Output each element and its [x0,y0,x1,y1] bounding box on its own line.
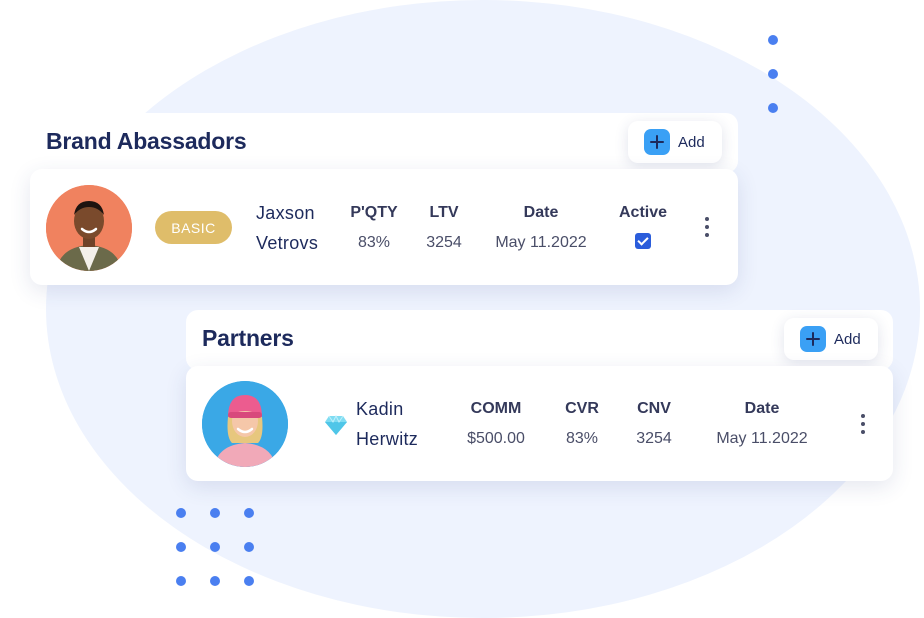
col-ltv: LTV 3254 [414,198,474,258]
col-head: COMM [470,400,522,417]
col-comm: COMM $500.00 [451,394,541,454]
col-head: LTV [429,204,459,221]
col-head: CVR [565,400,599,417]
decor-dot [768,35,778,45]
partner-row[interactable]: Kadin Herwitz COMM $500.00 CVR 83% CNV 3… [186,366,893,481]
col-active: Active [610,198,676,258]
col-head: Date [744,400,780,417]
add-label: Add [678,133,705,151]
col-value: 83% [565,430,599,447]
plus-icon [800,326,826,352]
add-partner-button[interactable]: Add [784,318,878,360]
diamond-icon [325,414,347,435]
decor-dot [176,542,186,552]
col-pqty: P'QTY 83% [344,198,404,258]
more-options-icon[interactable] [697,212,717,242]
col-head: Active [618,204,668,221]
decor-dot [210,542,220,552]
first-name: Jaxson [256,203,315,223]
add-label: Add [834,330,861,348]
ambassador-name[interactable]: Jaxson Vetrovs [256,198,318,258]
col-value: May 11.2022 [716,430,808,447]
col-cnv: CNV 3254 [624,394,684,454]
active-checkbox[interactable] [635,233,651,250]
decor-dot [210,576,220,586]
decor-dot [176,576,186,586]
col-value: 3254 [426,234,462,251]
man-avatar [46,185,132,271]
col-date: Date May 11.2022 [485,198,597,258]
col-head: CNV [637,400,671,417]
decor-dot [768,69,778,79]
plus-icon [644,129,670,155]
decor-dot [768,103,778,113]
decor-dot [176,508,186,518]
col-value: 83% [357,234,391,251]
background-blob [46,0,920,618]
col-date: Date May 11.2022 [706,394,818,454]
last-name: Vetrovs [256,233,319,253]
more-options-icon[interactable] [853,409,873,439]
decor-dot [210,508,220,518]
partners-title: Partners [202,325,294,351]
first-name: Kadin [356,399,404,419]
woman-avatar [202,381,288,467]
col-value: May 11.2022 [495,234,587,251]
last-name: Herwitz [356,429,419,449]
col-value: 3254 [636,430,672,447]
col-value: $500.00 [467,430,525,447]
decor-dot [244,508,254,518]
add-ambassador-button[interactable]: Add [628,121,722,163]
decor-dot [244,576,254,586]
col-cvr: CVR 83% [554,394,610,454]
col-head: Date [523,204,559,221]
partner-name[interactable]: Kadin Herwitz [356,394,418,454]
ambassadors-title: Brand Abassadors [46,128,247,154]
tier-badge: BASIC [155,211,232,244]
ambassador-row[interactable]: BASIC Jaxson Vetrovs P'QTY 83% LTV 3254 … [30,169,738,285]
col-head: P'QTY [350,204,398,221]
decor-dot [244,542,254,552]
